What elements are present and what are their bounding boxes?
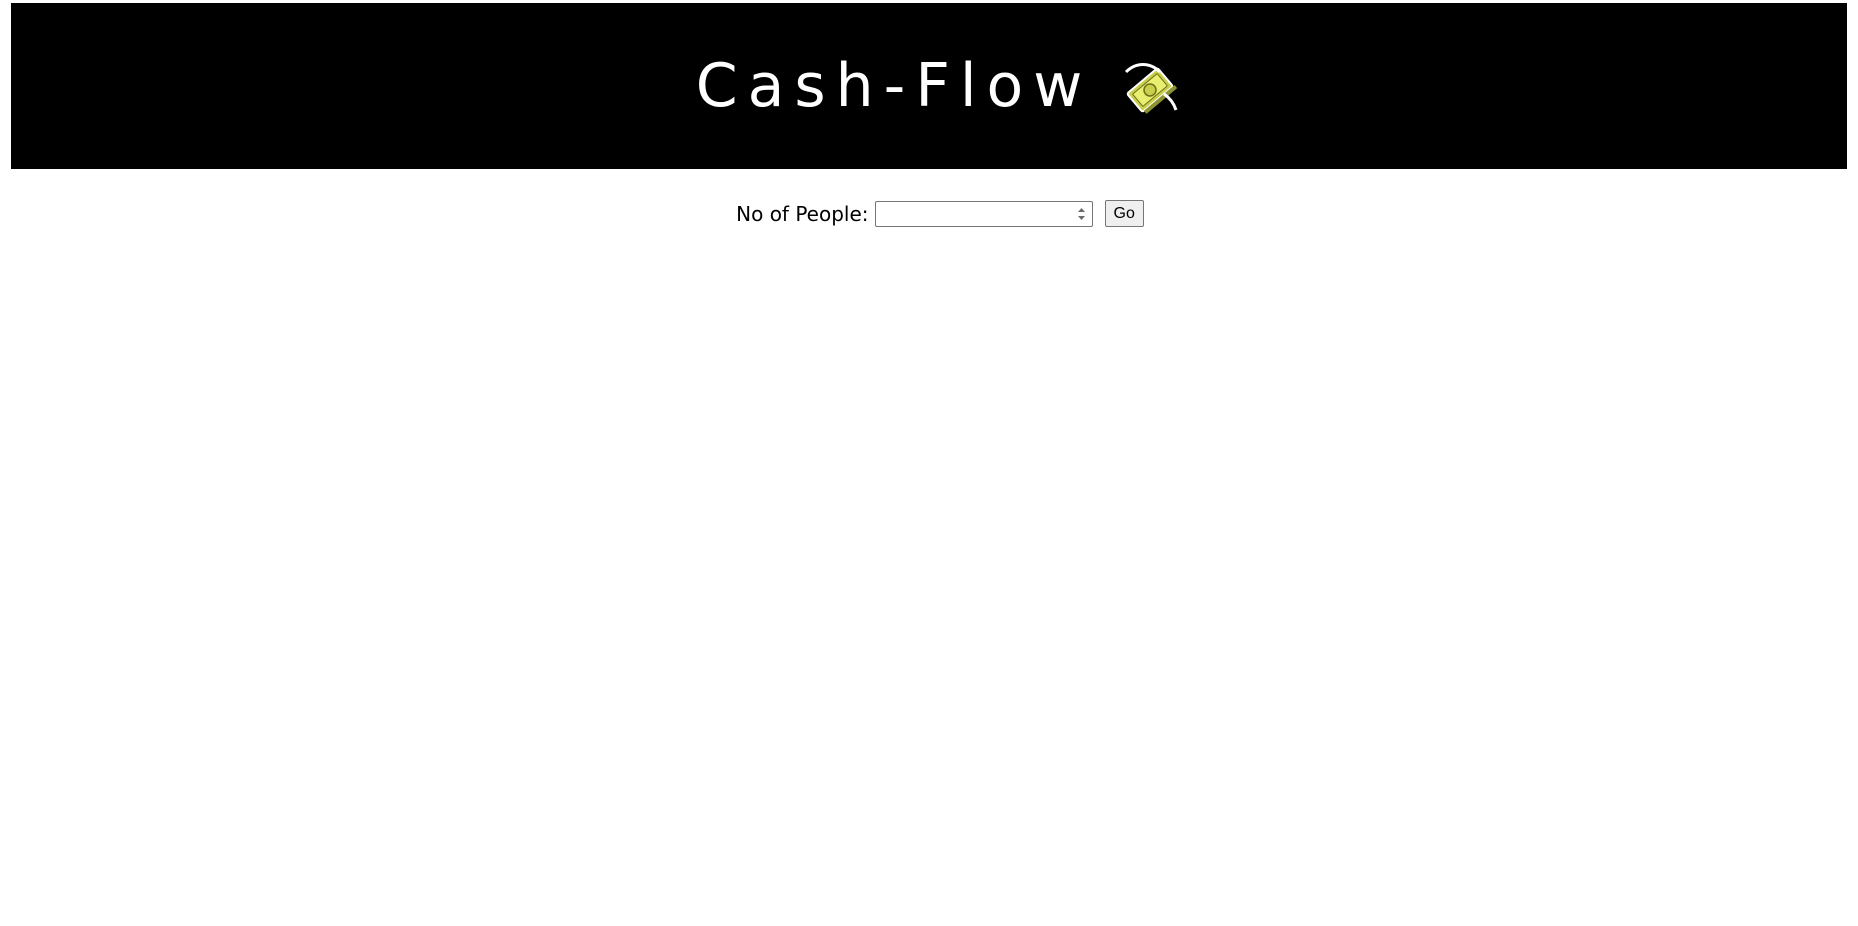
people-label: No of People: — [736, 201, 869, 226]
spinner-arrows-icon[interactable] — [1077, 207, 1086, 221]
app-title: Cash-Flow — [695, 51, 1093, 121]
app-header: Cash-Flow — [11, 3, 1847, 169]
money-bill-icon — [1125, 63, 1178, 114]
go-button[interactable]: Go — [1104, 200, 1144, 227]
people-number-input[interactable] — [874, 200, 1093, 227]
people-form: No of People: Go — [0, 200, 1858, 227]
